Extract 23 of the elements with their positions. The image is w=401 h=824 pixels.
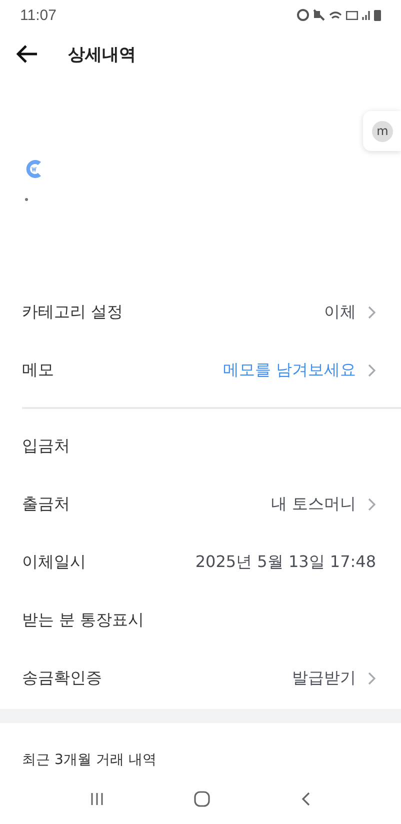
row-label: 송금확인증 [22, 668, 102, 688]
back-arrow-icon[interactable] [16, 45, 38, 63]
row-label: 입금처 [22, 436, 70, 456]
row-value[interactable]: 발급받기 [292, 668, 356, 688]
wifi-icon [329, 11, 342, 19]
status-time: 11:07 [20, 6, 56, 24]
home-icon[interactable] [194, 791, 210, 807]
row-label: 메모 [22, 360, 54, 380]
row-label: 카테고리 설정 [22, 302, 124, 322]
row-value[interactable]: 내 토스머니 [270, 494, 356, 514]
section-title: 최근 3개월 거래 내역 [22, 751, 156, 769]
row-label: 이체일시 [22, 552, 86, 572]
battery-icon [374, 10, 381, 20]
row-value: 2025년 5월 13일 17:48 [195, 552, 376, 572]
dot-icon [25, 198, 28, 201]
row-value[interactable]: 이체 [324, 302, 356, 322]
m-button[interactable]: m [372, 120, 393, 142]
signal-icon [362, 10, 370, 20]
row-label: 받는 분 통장표시 [22, 610, 144, 630]
row-label: 출금처 [22, 494, 70, 514]
back-icon[interactable] [300, 791, 311, 807]
page-title: 상세내역 [68, 44, 136, 66]
recent-apps-icon[interactable] [90, 792, 104, 806]
